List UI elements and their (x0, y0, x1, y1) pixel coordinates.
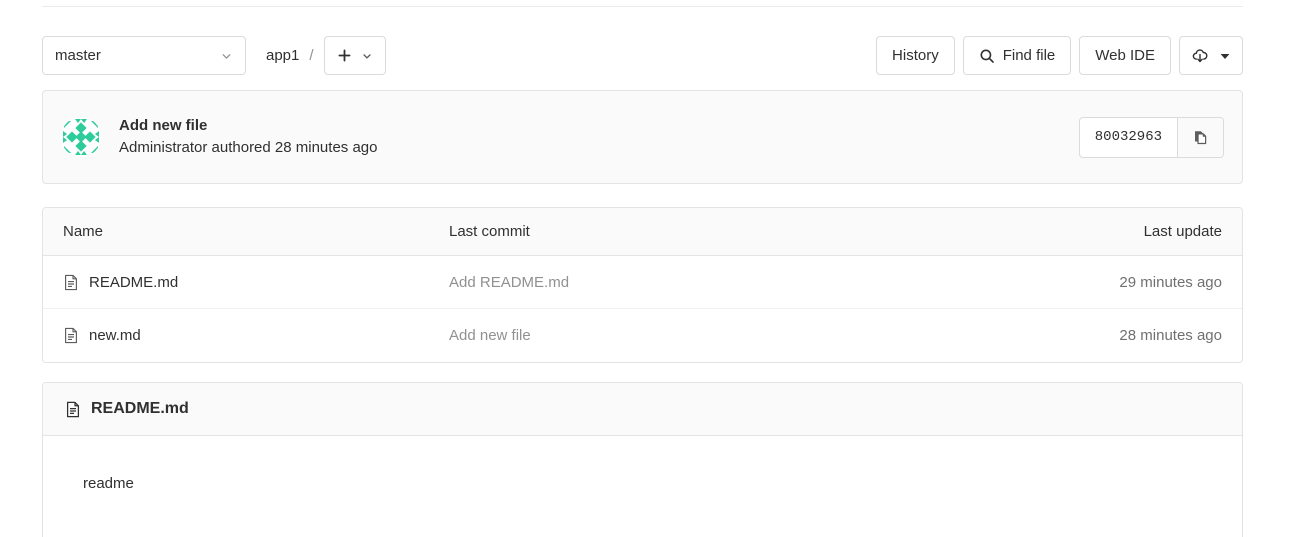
readme-panel: README.md readme (42, 382, 1243, 537)
table-row[interactable]: new.md Add new file 28 minutes ago (43, 309, 1242, 362)
search-icon (979, 48, 995, 64)
plus-icon (337, 48, 352, 63)
last-commit-panel: Add new file Administrator authored 28 m… (42, 90, 1243, 184)
chevron-down-icon (361, 50, 373, 62)
copy-icon[interactable] (1177, 117, 1223, 157)
find-file-button-label: Find file (1002, 47, 1056, 64)
commit-title[interactable]: Add new file (119, 115, 1079, 137)
download-source-button[interactable] (1179, 36, 1243, 75)
web-ide-button-label: Web IDE (1095, 47, 1155, 64)
file-name-link[interactable]: new.md (89, 327, 141, 344)
breadcrumb-separator: / (309, 47, 314, 64)
branch-selector[interactable]: master (42, 36, 246, 75)
file-document-icon (63, 327, 79, 344)
repository-file-browser: master app1 / History Find file Web IDE … (0, 0, 1301, 537)
file-name-cell: README.md (63, 274, 449, 291)
repository-toolbar: master app1 / History Find file Web IDE (42, 36, 1243, 76)
file-last-update-cell: 28 minutes ago (1119, 327, 1222, 344)
commit-text-block: Add new file Administrator authored 28 m… (119, 115, 1079, 159)
file-document-icon (65, 401, 81, 418)
cloud-download-icon (1191, 47, 1209, 65)
file-name-cell: new.md (63, 327, 449, 344)
commit-sha-group: 80032963 (1078, 116, 1224, 158)
commit-sha[interactable]: 80032963 (1080, 118, 1177, 157)
toolbar-left-group: master app1 / (42, 36, 386, 75)
file-name-link[interactable]: README.md (89, 274, 178, 291)
add-to-repository-button[interactable] (323, 36, 386, 75)
column-header-last-commit: Last commit (449, 223, 530, 240)
readme-content: readme (43, 436, 1242, 537)
readme-text: readme (83, 475, 134, 492)
table-row[interactable]: README.md Add README.md 29 minutes ago (43, 256, 1242, 309)
column-header-last-update: Last update (1143, 223, 1222, 240)
file-last-commit-cell[interactable]: Add README.md (449, 274, 992, 291)
toolbar-right-group: History Find file Web IDE (876, 36, 1243, 75)
file-document-icon (63, 274, 79, 291)
readme-title: README.md (91, 400, 189, 417)
chevron-down-icon (220, 49, 233, 62)
top-divider (42, 6, 1243, 7)
avatar-identicon (61, 117, 101, 157)
table-header-row: Name Last commit Last update (43, 208, 1242, 256)
repository-file-table: Name Last commit Last update README.md A… (42, 207, 1243, 363)
web-ide-button[interactable]: Web IDE (1079, 36, 1171, 75)
commit-meta: Administrator authored 28 minutes ago (119, 139, 378, 156)
column-header-name: Name (63, 223, 104, 240)
file-last-update-cell: 29 minutes ago (1119, 273, 1222, 291)
breadcrumb-repo-link[interactable]: app1 (266, 47, 299, 64)
find-file-button[interactable]: Find file (962, 36, 1072, 75)
caret-down-icon (1219, 50, 1231, 62)
readme-panel-header: README.md (43, 383, 1242, 436)
branch-selector-value: master (55, 47, 101, 64)
history-button[interactable]: History (876, 36, 955, 75)
file-last-commit-cell[interactable]: Add new file (449, 327, 992, 344)
history-button-label: History (892, 47, 939, 64)
